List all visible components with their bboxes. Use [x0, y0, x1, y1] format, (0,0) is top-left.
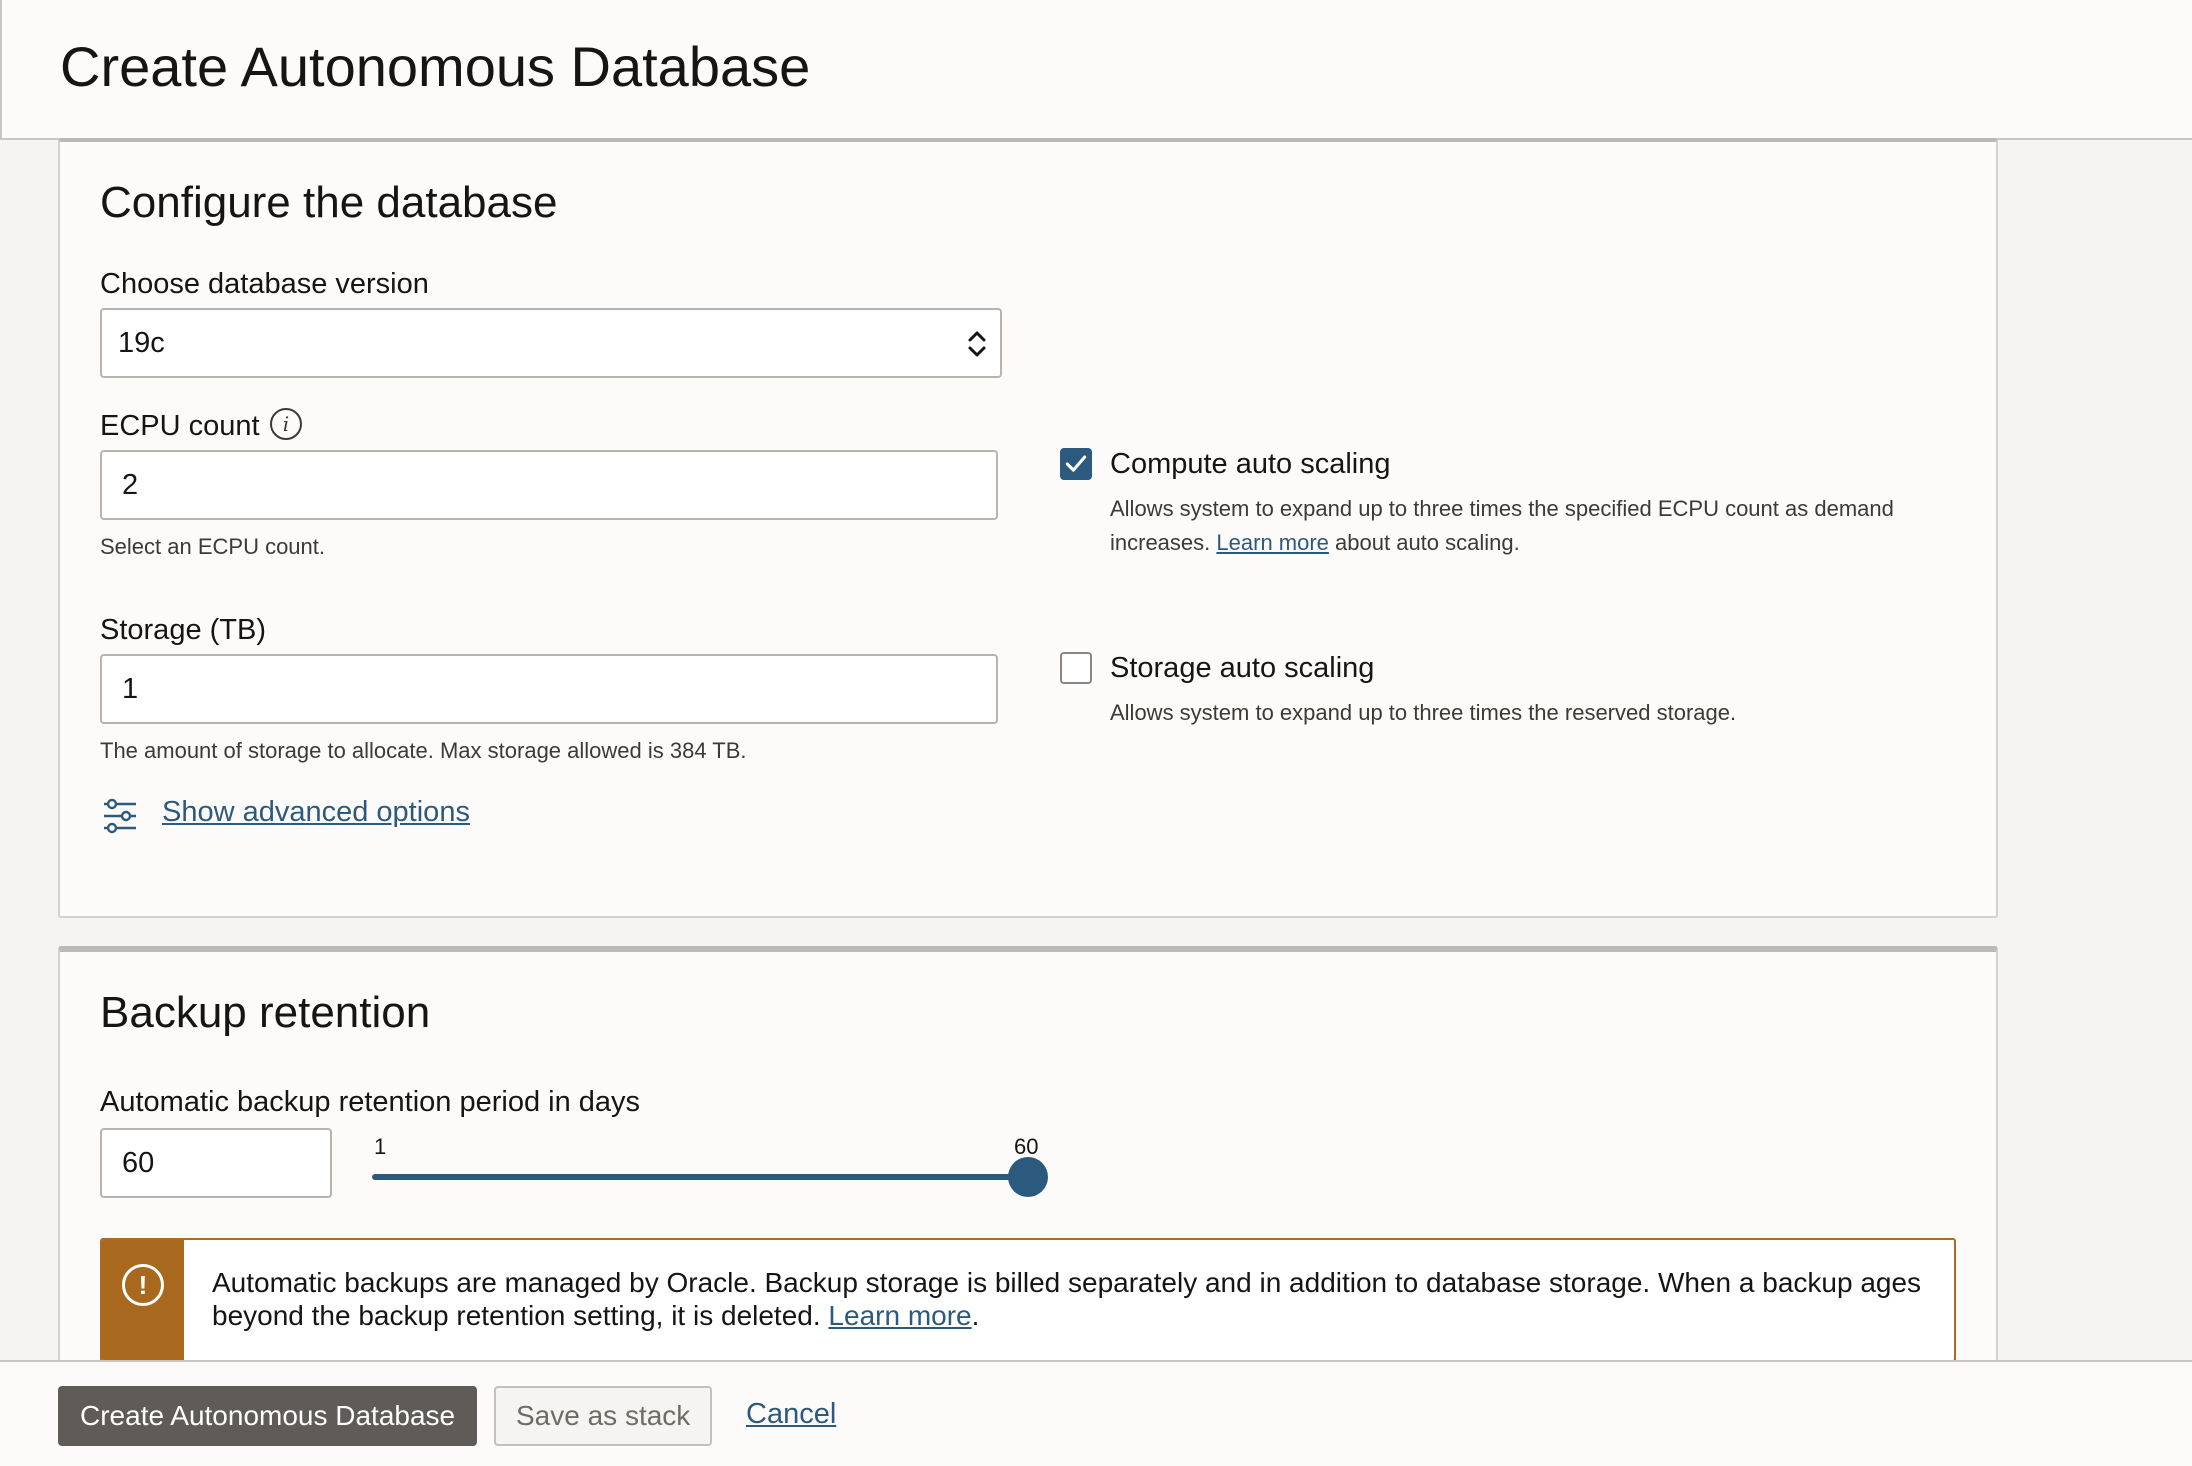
- alert-strip: !: [102, 1240, 184, 1360]
- configure-database-card: Configure the database Choose database v…: [58, 138, 1998, 918]
- exclamation-icon: !: [122, 1264, 164, 1306]
- storage-auto-scaling-label: Storage auto scaling: [1110, 652, 1375, 684]
- slider-thumb[interactable]: [1008, 1157, 1048, 1197]
- storage-auto-scaling-desc: Allows system to expand up to three time…: [1110, 700, 1737, 725]
- info-icon[interactable]: i: [270, 408, 302, 440]
- storage-auto-scaling-checkbox[interactable]: [1060, 652, 1092, 684]
- backup-card-title: Backup retention: [100, 988, 431, 1037]
- ecpu-count-label: ECPU count: [100, 410, 260, 442]
- retention-slider[interactable]: 1 60: [372, 1134, 1072, 1197]
- compute-auto-scaling-desc: Allows system to expand up to three time…: [1110, 492, 1950, 560]
- footer-bar: Create Autonomous Database Save as stack…: [0, 1360, 2192, 1466]
- page-header: Create Autonomous Database: [0, 0, 2192, 140]
- alert-learn-more-link[interactable]: Learn more: [828, 1300, 971, 1331]
- page-title: Create Autonomous Database: [60, 35, 811, 98]
- create-database-button[interactable]: Create Autonomous Database: [58, 1386, 478, 1446]
- storage-label: Storage (TB): [100, 614, 266, 646]
- ecpu-count-input[interactable]: [100, 450, 998, 520]
- save-as-stack-button[interactable]: Save as stack: [494, 1386, 713, 1446]
- checkmark-icon: [1065, 455, 1087, 472]
- retention-period-label: Automatic backup retention period in day…: [100, 1086, 641, 1118]
- database-version-label: Choose database version: [100, 268, 429, 300]
- ecpu-count-helper: Select an ECPU count.: [100, 534, 326, 559]
- compute-learn-more-link[interactable]: Learn more: [1216, 530, 1329, 555]
- compute-auto-scaling-label: Compute auto scaling: [1110, 448, 1391, 480]
- database-version-select[interactable]: 19c: [100, 308, 1002, 378]
- backup-retention-card: Backup retention Automatic backup retent…: [58, 946, 1998, 1426]
- alert-message: Automatic backups are managed by Oracle.…: [212, 1267, 1922, 1331]
- alert-text: Automatic backups are managed by Oracle.…: [212, 1266, 1932, 1332]
- cancel-link[interactable]: Cancel: [746, 1398, 836, 1431]
- storage-helper: The amount of storage to allocate. Max s…: [100, 738, 747, 763]
- slider-min-label: 1: [374, 1134, 387, 1159]
- slider-track[interactable]: [372, 1174, 1028, 1180]
- show-advanced-options-link[interactable]: Show advanced options: [162, 796, 470, 829]
- alert-period: .: [971, 1300, 980, 1331]
- sliders-icon: [104, 798, 136, 834]
- compute-auto-scaling-checkbox[interactable]: [1060, 448, 1092, 480]
- compute-desc-suffix: about auto scaling.: [1335, 530, 1520, 555]
- retention-period-input[interactable]: [100, 1128, 332, 1198]
- up-down-chevron-icon: [968, 331, 986, 357]
- database-version-value: 19c: [118, 326, 165, 359]
- storage-input[interactable]: [100, 654, 998, 724]
- backup-warning-alert: ! Automatic backups are managed by Oracl…: [100, 1238, 1956, 1362]
- configure-card-title: Configure the database: [100, 178, 558, 227]
